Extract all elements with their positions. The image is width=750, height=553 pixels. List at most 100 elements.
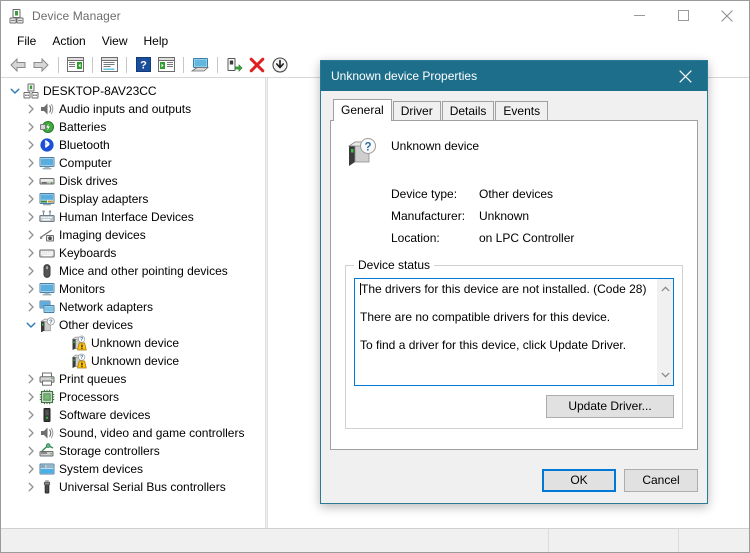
tab-details[interactable]: Details [441,101,495,120]
chevron-right-icon[interactable] [23,263,39,279]
forward-icon[interactable] [30,54,52,76]
chevron-right-icon[interactable] [23,191,39,207]
chevron-down-icon[interactable] [7,83,23,99]
tree-item-label: Storage controllers [59,444,160,458]
tree-item-unknown-device[interactable]: ? Unknown device [1,352,265,370]
tree-item-monitors[interactable]: Monitors [1,280,265,298]
other-device-icon: ? [39,317,55,333]
tree-item-label: Unknown device [91,354,180,368]
statusbar-segment-2 [549,529,679,552]
ok-button[interactable]: OK [542,469,616,492]
show-hide-console-tree-icon[interactable] [64,54,86,76]
chevron-right-icon[interactable] [23,119,39,135]
menu-file[interactable]: File [9,32,44,50]
display-adapter-icon [39,191,55,207]
chevron-right-icon[interactable] [23,101,39,117]
properties-icon[interactable] [98,54,120,76]
chevron-right-icon[interactable] [23,443,39,459]
tree-item-software-devices[interactable]: Software devices [1,406,265,424]
unknown-device-warning-icon: ? [71,335,87,351]
dialog-close-button[interactable] [663,61,707,91]
chevron-right-icon[interactable] [23,461,39,477]
chevron-right-icon[interactable] [23,137,39,153]
close-button[interactable] [705,1,749,30]
chevron-right-icon[interactable] [23,209,39,225]
chevron-down-icon[interactable] [23,317,39,333]
tree-item-audio-inputs-and-outputs[interactable]: Audio inputs and outputs [1,100,265,118]
tree-item-imaging-devices[interactable]: Imaging devices [1,226,265,244]
tree-item-desktop-8av23cc[interactable]: DESKTOP-8AV23CC [1,82,265,100]
update-driver-icon[interactable] [155,54,177,76]
menu-action[interactable]: Action [44,32,93,50]
tree-item-keyboards[interactable]: Keyboards [1,244,265,262]
chevron-right-icon[interactable] [23,407,39,423]
dialog-footer: OK Cancel [321,459,707,503]
tree-item-label: Batteries [59,120,107,134]
tree-item-disk-drives[interactable]: Disk drives [1,172,265,190]
scan-for-hardware-changes-icon[interactable] [189,54,211,76]
tree-item-other-devices[interactable]: ? Other devices [1,316,265,334]
scroll-up-icon[interactable] [657,282,674,296]
back-icon[interactable] [7,54,29,76]
device-properties: Device type: Other devices Manufacturer:… [391,183,683,249]
minimize-button[interactable] [617,1,661,30]
menu-help[interactable]: Help [136,32,177,50]
chevron-right-icon[interactable] [23,299,39,315]
scroll-down-icon[interactable] [657,368,674,382]
tree-item-batteries[interactable]: Batteries [1,118,265,136]
software-device-icon [39,407,55,423]
uninstall-device-icon[interactable] [246,54,268,76]
chevron-right-icon[interactable] [23,281,39,297]
chevron-right-icon[interactable] [23,227,39,243]
tree-item-processors[interactable]: Processors [1,388,265,406]
statusbar-message [1,529,549,552]
tree-item-label: Human Interface Devices [59,210,194,224]
property-row: Device type: Other devices [391,183,683,205]
tree-item-human-interface-devices[interactable]: Human Interface Devices [1,208,265,226]
tree-item-unknown-device[interactable]: ? Unknown device [1,334,265,352]
tree-item-system-devices[interactable]: System devices [1,460,265,478]
chevron-right-icon[interactable] [23,173,39,189]
chevron-right-icon[interactable] [23,389,39,405]
tab-general[interactable]: General [333,99,392,121]
property-value: Other devices [479,187,554,201]
disk-drive-icon [39,173,55,189]
svg-text:?: ? [80,337,83,343]
menu-view[interactable]: View [94,32,136,50]
chevron-right-icon[interactable] [23,479,39,495]
device-status-textbox[interactable]: The drivers for this device are not inst… [354,278,674,386]
chevron-right-icon[interactable] [23,155,39,171]
tab-driver[interactable]: Driver [392,101,441,120]
tree-item-network-adapters[interactable]: Network adapters [1,298,265,316]
device-tree[interactable]: DESKTOP-8AV23CC Audio inputs and outputs B… [1,78,265,528]
dialog-title: Unknown device Properties [331,69,478,83]
chevron-right-icon[interactable] [23,425,39,441]
tree-item-universal-serial-bus-controllers[interactable]: Universal Serial Bus controllers [1,478,265,496]
camera-icon [39,227,55,243]
tree-item-mice-and-other-pointing-devices[interactable]: Mice and other pointing devices [1,262,265,280]
dialog-titlebar: Unknown device Properties [321,61,707,91]
maximize-button[interactable] [661,1,705,30]
tree-item-bluetooth[interactable]: Bluetooth [1,136,265,154]
tab-events[interactable]: Events [495,101,549,120]
enable-device-icon[interactable] [223,54,245,76]
tree-item-storage-controllers[interactable]: Storage controllers [1,442,265,460]
tree-item-computer[interactable]: Computer [1,154,265,172]
cancel-button[interactable]: Cancel [624,469,698,492]
system-device-icon [39,461,55,477]
tree-item-label: Audio inputs and outputs [59,102,192,116]
help-icon[interactable]: ? [132,54,154,76]
chevron-right-icon[interactable] [23,245,39,261]
tree-item-print-queues[interactable]: Print queues [1,370,265,388]
hid-icon [39,209,55,225]
disable-device-icon[interactable] [269,54,291,76]
chevron-right-icon[interactable] [23,371,39,387]
tree-item-label: Network adapters [59,300,154,314]
update-driver-button[interactable]: Update Driver... [546,395,674,418]
device-status-scrollbar[interactable] [656,279,673,385]
unknown-device-properties-dialog: Unknown device Properties General Driver… [320,60,708,504]
tree-item-display-adapters[interactable]: Display adapters [1,190,265,208]
tree-item-sound-video-and-game-controllers[interactable]: Sound, video and game controllers [1,424,265,442]
